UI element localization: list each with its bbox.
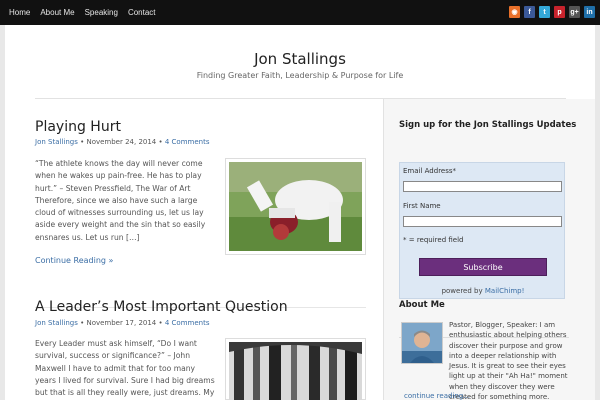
about-continue-link[interactable]: continue reading... (404, 392, 470, 400)
post-author[interactable]: Jon Stallings (35, 319, 78, 327)
signup-form: Email Address* First Name * = required f… (399, 162, 565, 299)
post-meta: Jon Stallings • November 24, 2014 • 4 Co… (35, 138, 210, 146)
post-thumbnail-trees[interactable] (225, 338, 366, 400)
post-date: November 17, 2014 (86, 319, 157, 327)
facebook-icon[interactable]: f (524, 6, 535, 18)
about-widget-title: About Me (399, 300, 445, 310)
powered-by: powered by MailChimp! (441, 287, 525, 295)
top-navigation: Home About Me Speaking Contact ◉ f t p g… (0, 0, 600, 25)
forest-photo (229, 342, 362, 400)
rss-icon[interactable]: ◉ (509, 6, 520, 18)
email-field[interactable] (403, 181, 562, 192)
post-excerpt: “The athlete knows the day will never co… (35, 159, 206, 242)
continue-reading-link[interactable]: Continue Reading » (35, 256, 113, 265)
googleplus-icon[interactable]: g+ (569, 6, 580, 18)
subscribe-button[interactable]: Subscribe (419, 258, 547, 276)
post-author[interactable]: Jon Stallings (35, 138, 78, 146)
nav-item-about-me[interactable]: About Me (40, 8, 74, 17)
site-description: Finding Greater Faith, Leadership & Purp… (196, 71, 404, 80)
about-text: Pastor, Blogger, Speaker: I am enthusias… (449, 321, 568, 400)
twitter-icon[interactable]: t (539, 6, 550, 18)
signup-widget-title: Sign up for the Jon Stallings Updates (399, 120, 577, 130)
nav-item-speaking[interactable]: Speaking (85, 8, 118, 17)
post-comments[interactable]: 4 Comments (165, 319, 210, 327)
post-thumbnail-football[interactable] (225, 158, 366, 255)
post-comments[interactable]: 4 Comments (165, 138, 210, 146)
mailchimp-link[interactable]: MailChimp! (485, 287, 525, 295)
avatar (401, 322, 443, 364)
first-name-label: First Name (403, 202, 441, 210)
football-photo (229, 162, 362, 251)
email-label: Email Address* (403, 167, 457, 175)
pinterest-icon[interactable]: p (554, 6, 565, 18)
nav-menu: Home About Me Speaking Contact (4, 0, 161, 25)
post-title[interactable]: A Leader’s Most Important Question (35, 299, 288, 315)
nav-item-contact[interactable]: Contact (128, 8, 156, 17)
page-wrapper: Jon Stallings Finding Greater Faith, Lea… (5, 25, 595, 400)
linkedin-icon[interactable]: in (584, 6, 595, 18)
post-date: November 24, 2014 (86, 138, 157, 146)
social-links: ◉ f t p g+ in (509, 6, 595, 18)
post-title[interactable]: Playing Hurt (35, 119, 121, 135)
site-title[interactable]: Jon Stallings (5, 50, 595, 68)
first-name-field[interactable] (403, 216, 562, 227)
required-note: * = required field (403, 236, 464, 244)
nav-item-home[interactable]: Home (9, 8, 30, 17)
post-meta: Jon Stallings • November 17, 2014 • 4 Co… (35, 319, 210, 327)
post-excerpt: Every Leader must ask himself, “Do I wan… (35, 339, 215, 398)
author-photo (402, 323, 442, 363)
